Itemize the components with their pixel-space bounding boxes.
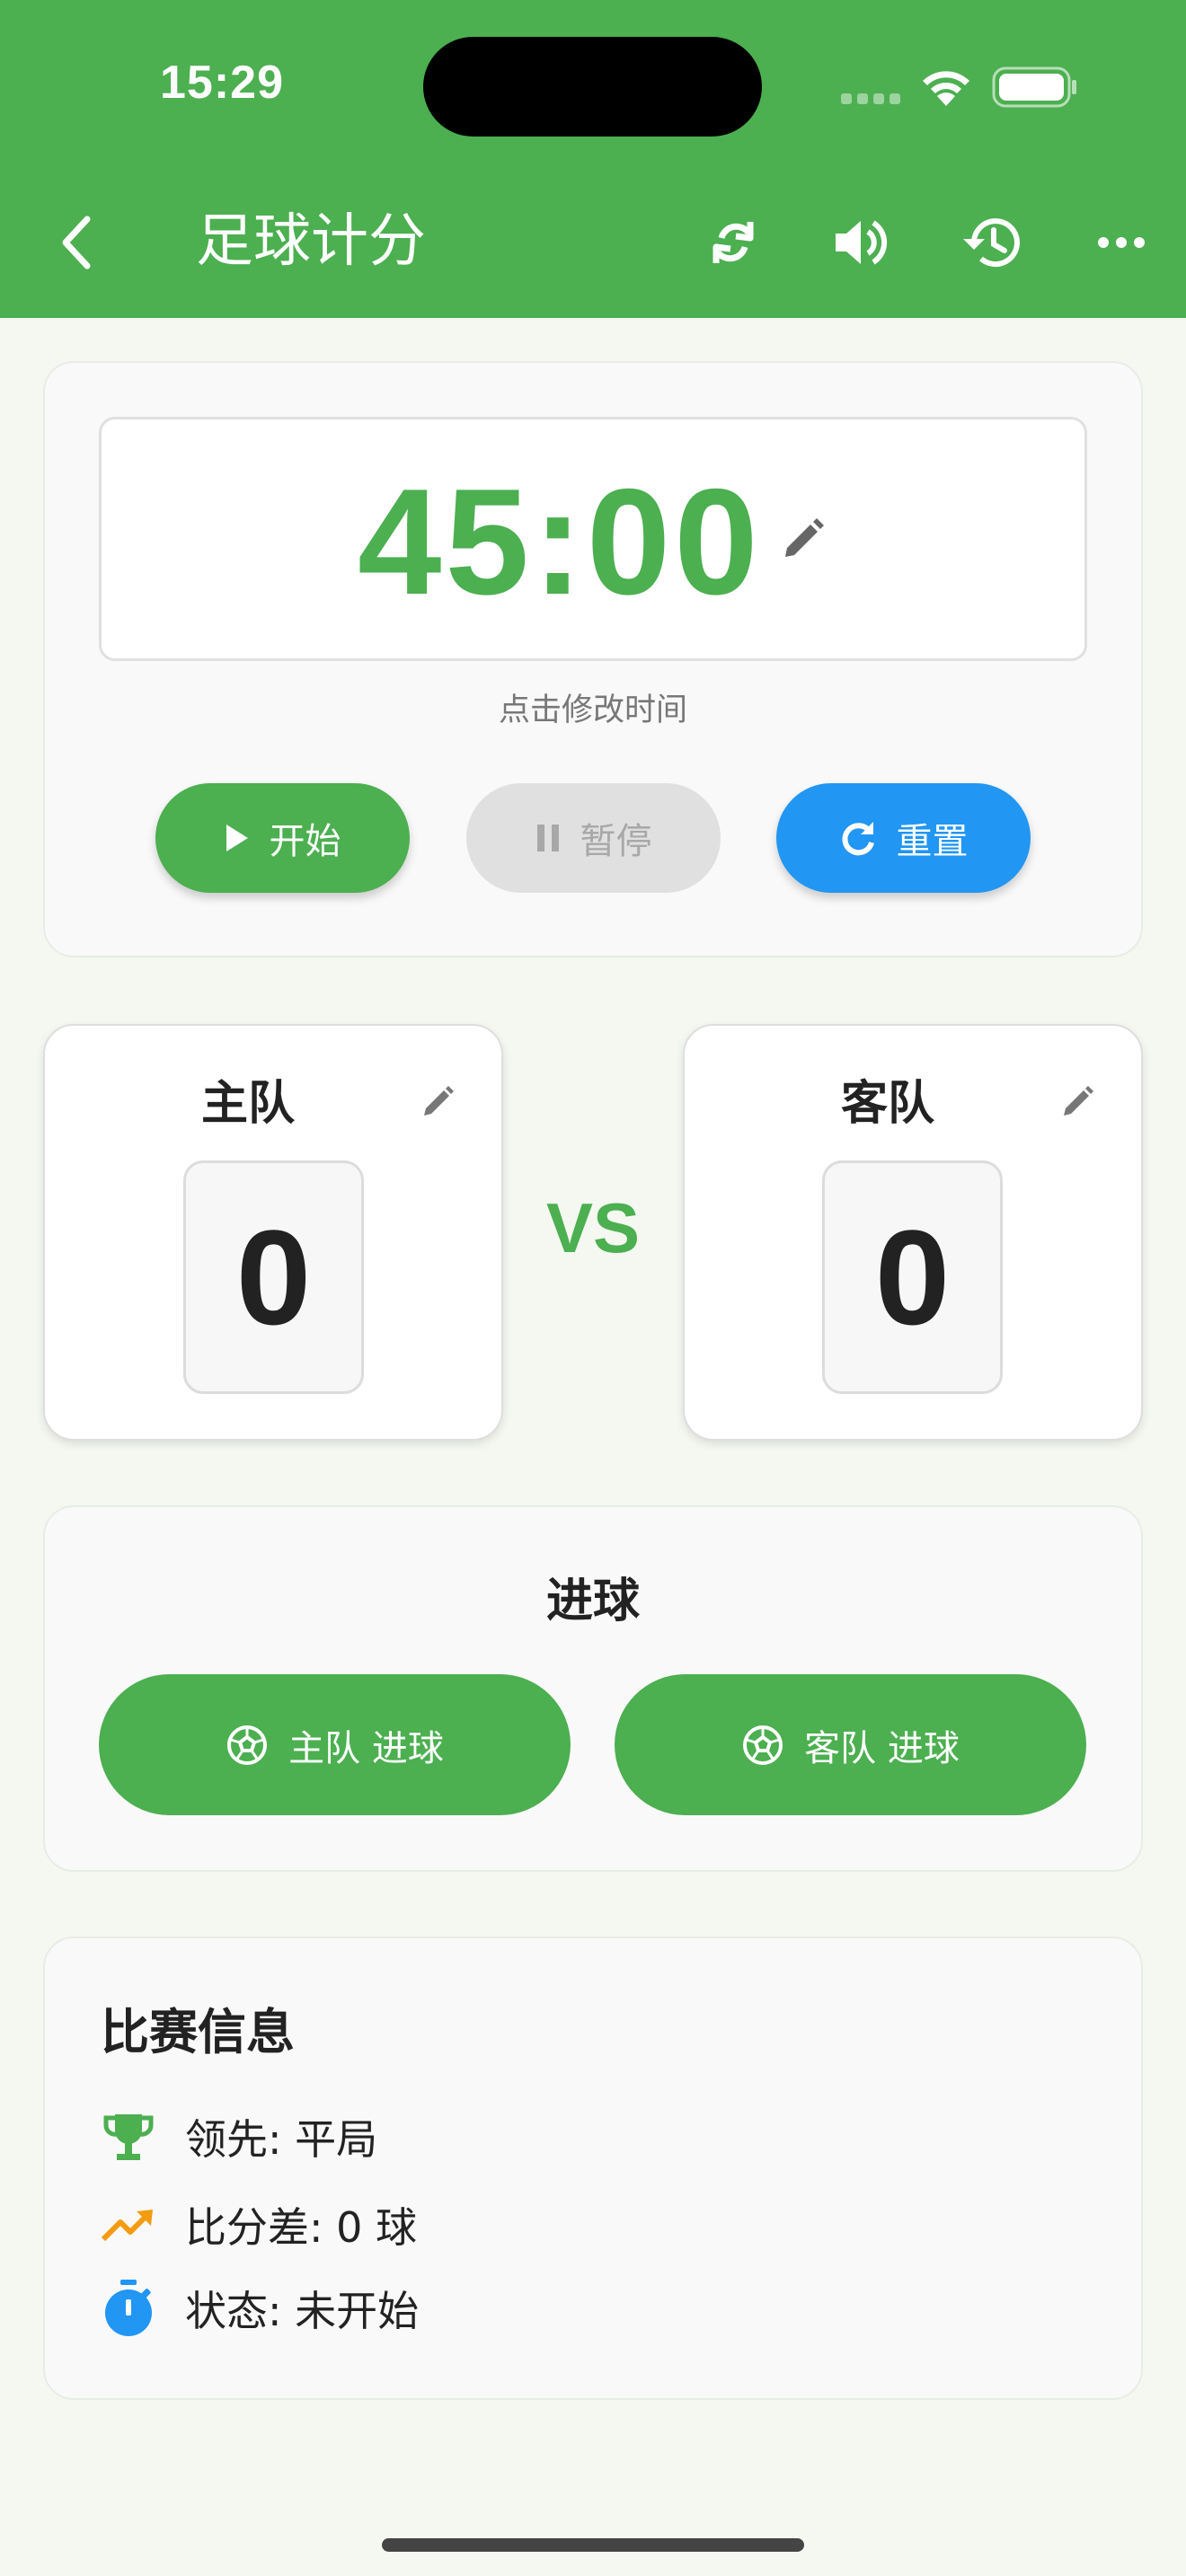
home-goal-label: 主队 进球 <box>288 1727 444 1769</box>
score-diff-text: 比分差: 0 球 <box>185 2203 418 2252</box>
page-title: 足球计分 <box>196 208 426 275</box>
history-button[interactable] <box>954 207 1026 278</box>
dynamic-island <box>423 37 762 137</box>
home-indicator[interactable] <box>382 2538 804 2552</box>
refresh-icon <box>841 822 874 856</box>
edit-away-team-icon[interactable] <box>1060 1085 1094 1119</box>
edit-home-team-icon[interactable] <box>420 1085 455 1119</box>
home-goal-button[interactable]: 主队 进球 <box>99 1674 571 1815</box>
sound-button[interactable] <box>825 207 897 278</box>
reset-button[interactable]: 重置 <box>776 783 1031 893</box>
pause-label: 暂停 <box>580 821 652 862</box>
battery-icon <box>992 66 1076 108</box>
score-diff-row: 比分差: 0 球 <box>101 2195 417 2254</box>
start-button[interactable]: 开始 <box>155 783 410 893</box>
status-row: 状态: 未开始 <box>101 2278 419 2339</box>
away-goal-button[interactable]: 客队 进球 <box>615 1674 1086 1815</box>
more-button[interactable] <box>1085 207 1157 278</box>
away-score: 0 <box>822 1160 1003 1394</box>
history-icon <box>963 218 1020 268</box>
sound-icon <box>836 220 888 265</box>
more-icon <box>1098 237 1145 248</box>
pause-button[interactable]: 暂停 <box>466 783 721 893</box>
status-time: 15:29 <box>160 57 284 109</box>
leader-row: 领先: 平局 <box>101 2107 377 2166</box>
trophy-icon <box>103 2114 154 2160</box>
edit-time-hint: 点击修改时间 <box>498 693 687 728</box>
cellular-signal-icon <box>841 93 900 104</box>
trending-up-icon <box>101 2210 153 2242</box>
away-goal-label: 客队 进球 <box>804 1727 960 1769</box>
swap-teams-button[interactable] <box>697 207 769 278</box>
edit-time-icon[interactable] <box>780 517 825 562</box>
soccer-ball-icon <box>743 1725 783 1765</box>
swap-teams-icon <box>709 216 754 263</box>
wifi-icon <box>923 71 969 106</box>
stopwatch-icon <box>105 2280 152 2336</box>
pause-icon <box>536 825 559 851</box>
home-score: 0 <box>183 1160 364 1394</box>
back-icon <box>62 216 91 269</box>
match-info-title: 比赛信息 <box>101 2004 295 2060</box>
soccer-ball-icon <box>227 1725 268 1765</box>
leader-text: 领先: 平局 <box>185 2115 378 2164</box>
timer-display[interactable]: 45:00 <box>358 456 762 627</box>
home-team-name[interactable]: 主队 <box>18 1065 478 1133</box>
back-button[interactable] <box>45 208 108 277</box>
away-team-name[interactable]: 客队 <box>658 1065 1118 1133</box>
status-text: 状态: 未开始 <box>185 2287 420 2335</box>
reset-label: 重置 <box>896 821 969 862</box>
play-icon <box>226 825 248 851</box>
start-label: 开始 <box>269 821 341 862</box>
vs-label: VS <box>545 1188 641 1267</box>
goal-section-title: 进球 <box>545 1575 640 1628</box>
